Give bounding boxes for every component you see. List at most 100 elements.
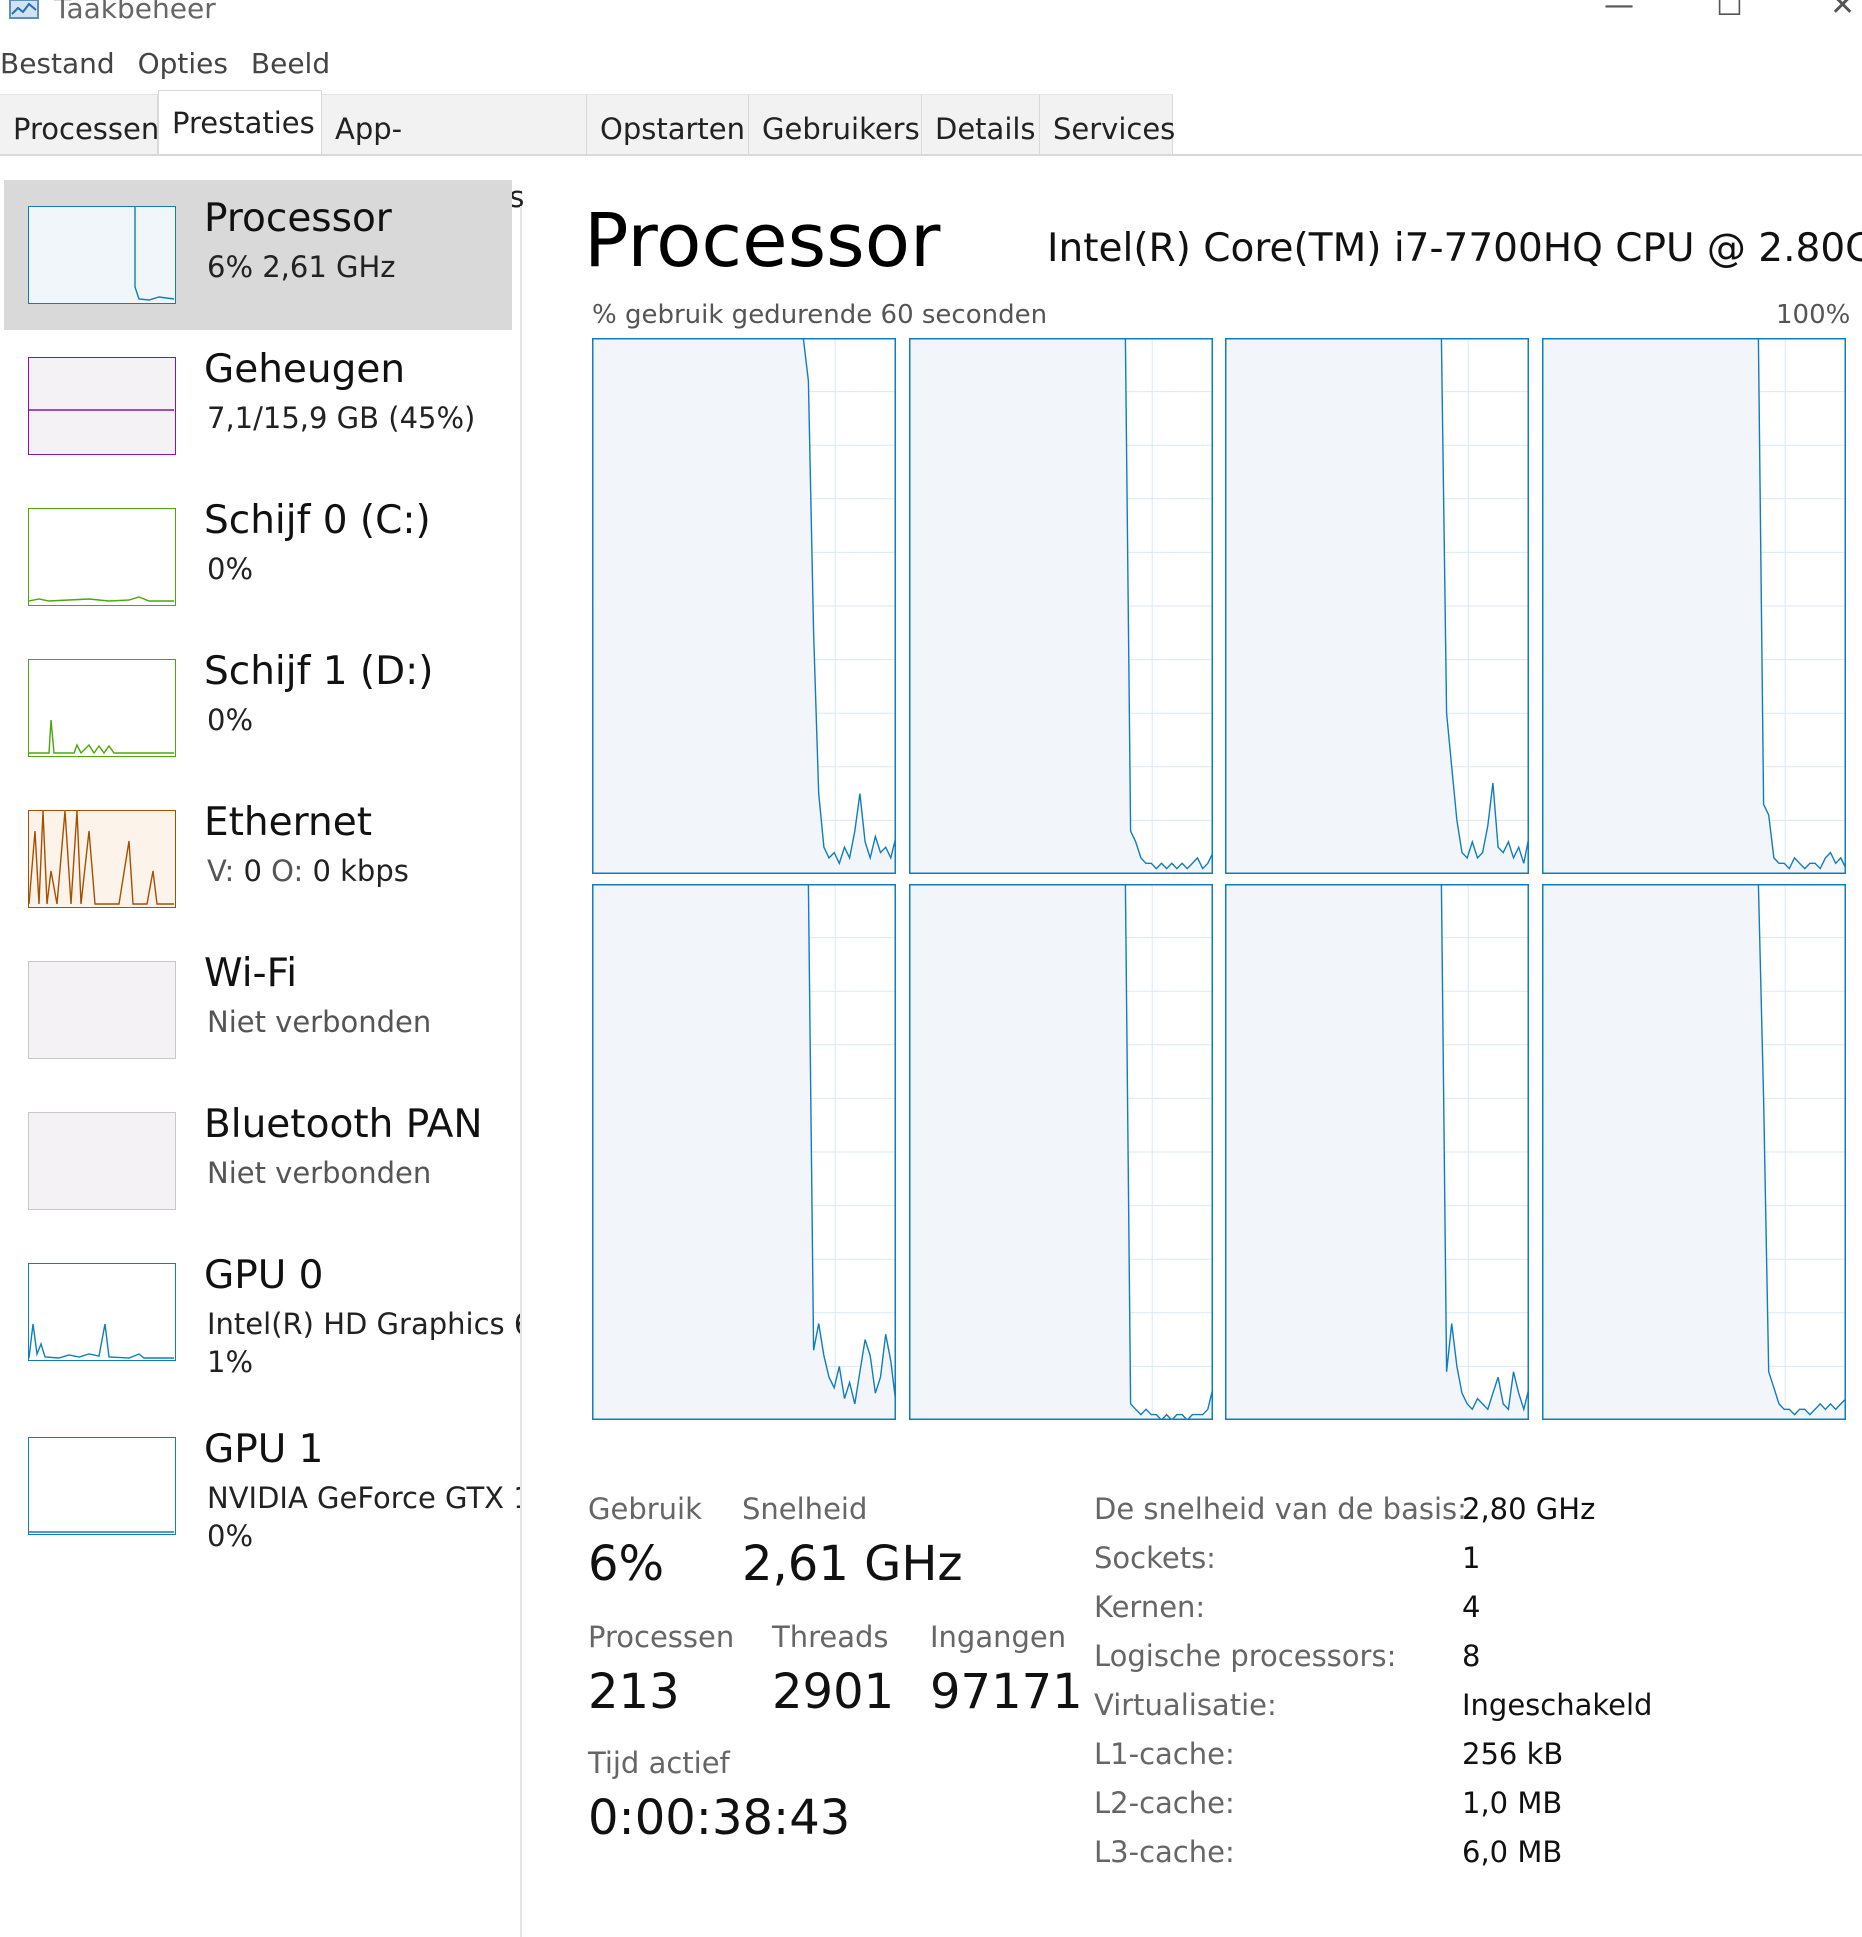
cpu-core-graph-svg [592,338,896,874]
task-manager-icon [9,0,39,19]
thumbnail-svg [29,719,174,755]
logical-processor-graph [592,338,896,874]
thumbnail-svg [29,1323,174,1359]
logical-processor-graph [1225,338,1529,874]
thumbnail-svg [29,962,174,1057]
logical-processor-graphs[interactable] [592,338,1846,1420]
graph-caption: % gebruik gedurende 60 seconden [592,300,1048,330]
menu-bestand[interactable]: Bestand [0,47,115,80]
thumbnail-svg [29,1113,174,1208]
gpu0-thumbnail-graph [28,1263,176,1361]
sidebar-item-bluetooth-pan[interactable]: Bluetooth PAN Niet verbonden [4,1086,512,1236]
sidebar-item-detail: 0% [207,552,254,586]
tab-bar: Processen Prestaties App-geschiedenis Op… [0,90,1862,214]
tab-gebruikers[interactable]: Gebruikers [749,94,922,154]
sidebar-item-disk0[interactable]: Schijf 0 (C:) 0% [4,482,512,632]
info-l1-cache-value: 256 kB [1462,1737,1564,1771]
sidebar-item-disk1[interactable]: Schijf 1 (D:) 0% [4,633,512,783]
sidebar-item-label: GPU 1 [204,1427,324,1472]
sidebar-item-wifi[interactable]: Wi-Fi Niet verbonden [4,935,512,1085]
logical-processor-graph [1541,884,1846,1420]
logical-processor-graph [908,338,1213,874]
info-logical-processors-label: Logische processors: [1094,1639,1397,1673]
tab-details[interactable]: Details [922,94,1040,154]
thumbnail-svg [29,596,174,602]
menu-opties[interactable]: Opties [138,47,228,80]
sidebar-item-gpu0[interactable]: GPU 0 Intel(R) HD Graphics 630 1% [4,1237,520,1387]
sidebar-item-detail: Niet verbonden [207,1156,432,1190]
usage-value: 6% [588,1536,665,1592]
info-cores-label: Kernen: [1094,1590,1206,1624]
thumbnail-svg [29,811,174,905]
logical-processor-graph [1225,884,1529,1420]
panel-divider[interactable] [520,206,522,1937]
page-title: Processor [584,198,941,284]
thumbnail-line [29,811,174,905]
sidebar-item-processor[interactable]: Processor 6% 2,61 GHz [4,180,512,330]
info-l2-cache-label: L2-cache: [1094,1786,1235,1820]
cpu-core-graph-svg [1225,338,1529,874]
send-value: 0 [243,854,262,888]
tab-app-geschiedenis[interactable]: App-geschiedenis [322,94,587,214]
cpu-model-name: Intel(R) Core(TM) i7-7700HQ CPU @ 2.80GH… [1047,226,1862,271]
logical-processor-graph [1541,338,1846,874]
tab-opstarten[interactable]: Opstarten [587,94,749,154]
speed-label: Snelheid [742,1492,868,1526]
sidebar-item-detail: Niet verbonden [207,1005,432,1039]
info-base-speed-label: De snelheid van de basis: [1094,1492,1467,1526]
handles-value: 97171 [930,1664,1083,1720]
sidebar-item-label: Processor [204,196,392,241]
sidebar-item-ethernet[interactable]: Ethernet V: 0 O: 0 kbps [4,784,512,934]
info-virtualization-value: Ingeschakeld [1462,1688,1653,1722]
tab-prestaties[interactable]: Prestaties [158,90,322,154]
info-l3-cache-label: L3-cache: [1094,1835,1235,1869]
maximize-button[interactable]: ☐ [1716,0,1743,23]
close-button[interactable]: ✕ [1830,0,1855,23]
receive-value: 0 kbps [312,854,409,888]
sidebar-item-memory[interactable]: Geheugen 7,1/15,9 GB (45%) [4,331,512,481]
receive-label: O: [271,854,304,888]
sidebar-item-gpu1[interactable]: GPU 1 NVIDIA GeForce GTX 1050 0% [4,1411,520,1561]
usage-label: Gebruik [588,1492,702,1526]
cpu-core-graph-svg [1225,884,1529,1420]
logical-processor-graph [908,884,1213,1420]
info-sockets-value: 1 [1462,1541,1481,1575]
threads-value: 2901 [772,1664,895,1720]
resource-sidebar: Processor 6% 2,61 GHz Geheugen 7,1/15,9 … [0,180,520,1937]
sidebar-item-label: Wi-Fi [204,951,298,996]
sidebar-item-label: Schijf 0 (C:) [204,498,431,543]
thumbnail-svg [29,1531,174,1533]
sidebar-item-usage: 0% [207,1519,254,1553]
thumbnail-line [134,207,175,301]
info-sockets-label: Sockets: [1094,1541,1216,1575]
sidebar-item-label: Ethernet [204,800,372,845]
uptime-value: 0:00:38:43 [588,1790,851,1846]
processor-thumbnail-graph [28,206,176,304]
disk0-thumbnail-graph [28,508,176,606]
sidebar-item-label: Bluetooth PAN [204,1102,483,1147]
disk1-thumbnail-graph [28,659,176,757]
thumbnail-line [29,1323,174,1359]
tab-processen[interactable]: Processen [0,94,159,154]
sidebar-item-label: Schijf 1 (D:) [204,649,434,694]
sidebar-item-label: GPU 0 [204,1253,324,1298]
sidebar-item-detail: 7,1/15,9 GB (45%) [207,401,476,435]
menu-beeld[interactable]: Beeld [251,47,330,80]
sidebar-item-usage: 1% [207,1345,254,1379]
handles-label: Ingangen [930,1620,1067,1654]
threads-label: Threads [772,1620,889,1654]
info-l1-cache-label: L1-cache: [1094,1737,1235,1771]
info-l2-cache-value: 1,0 MB [1462,1786,1563,1820]
cpu-core-graph-svg [908,884,1213,1420]
sidebar-item-detail: 6% 2,61 GHz [207,250,396,284]
title-bar: Taakbeheer — ☐ ✕ [0,0,1862,30]
sidebar-item-detail: 0% [207,703,254,737]
cpu-core-graph-svg [908,338,1213,874]
tab-services[interactable]: Services [1040,94,1175,154]
cpu-core-graph-svg [592,884,896,1420]
minimize-button[interactable]: — [1604,0,1634,23]
ethernet-thumbnail-graph [28,810,176,908]
memory-thumbnail-graph [28,357,176,455]
info-virtualization-label: Virtualisatie: [1094,1688,1277,1722]
info-cores-value: 4 [1462,1590,1481,1624]
